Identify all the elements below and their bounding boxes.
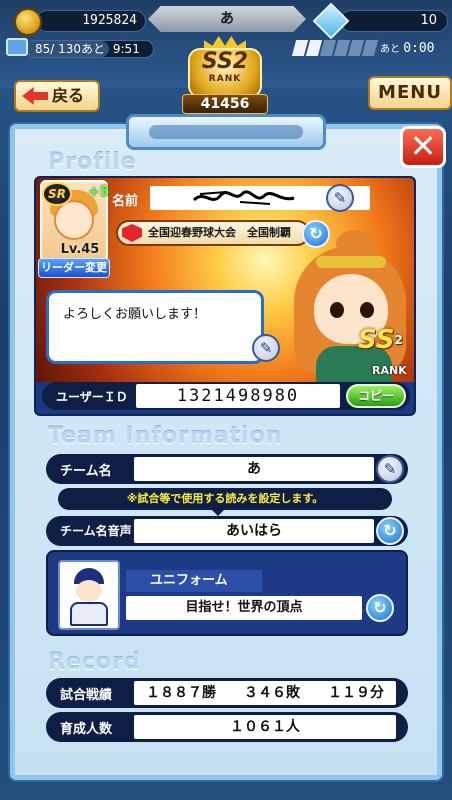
rank-badge[interactable]: SS2 RANK 41456 bbox=[166, 36, 284, 116]
match-record-row: 試合戦績 １８８７勝 ３４６敗 １１９分 bbox=[46, 678, 408, 708]
team-name-label: チーム名 bbox=[60, 464, 112, 479]
user-id-label: ユーザーＩＤ bbox=[56, 390, 128, 404]
team-voice-label: チーム名音声 bbox=[60, 524, 132, 538]
trained-count-label: 育成人数 bbox=[60, 722, 113, 737]
copy-button[interactable]: コピー bbox=[346, 384, 406, 408]
menu-button[interactable]: MENU bbox=[368, 76, 452, 110]
stamina-bar: 85/ 130あと 9:51 bbox=[26, 40, 154, 58]
player-name-plate: あ bbox=[148, 6, 306, 32]
back-arrow-icon bbox=[22, 87, 48, 105]
rank-sub-text: 2 bbox=[394, 333, 403, 347]
change-uniform-button[interactable]: ↻ bbox=[366, 594, 394, 622]
clipboard-clip bbox=[126, 114, 326, 150]
name-label: 名前 bbox=[112, 194, 139, 209]
stamina-timer: 9:51 bbox=[112, 42, 140, 56]
rank-score: 41456 bbox=[182, 94, 268, 114]
rank-caption: RANK bbox=[372, 364, 407, 377]
match-record-label: 試合戦績 bbox=[60, 688, 113, 703]
pen-icon: ✎ bbox=[259, 339, 273, 357]
close-icon: ✕ bbox=[409, 127, 437, 165]
meter-segment bbox=[361, 40, 379, 56]
team-voice-row: チーム名音声 あいはら ↻ bbox=[46, 516, 408, 546]
refresh-icon: ↻ bbox=[373, 598, 387, 617]
profile-card: SR +5 Lv.45 リーダー変更 名前 ✎ 全国迎春野球大会 全国制覇 ↻ … bbox=[34, 176, 416, 416]
profile-heading: Profile bbox=[48, 150, 137, 175]
timer: あと 0:00 bbox=[380, 40, 448, 58]
message-box: よろしくお願いします！ bbox=[46, 290, 264, 364]
title-plate: 全国迎春野球大会 全国制覇 bbox=[116, 220, 310, 246]
title-emblem-icon bbox=[122, 224, 142, 242]
coin-icon bbox=[14, 8, 42, 36]
team-name-value: あ bbox=[134, 457, 374, 481]
rank-label: RANK bbox=[208, 74, 242, 84]
uniform-label: ユニフォーム bbox=[126, 570, 262, 592]
user-id-row: ユーザーＩＤ 1321498980 コピー bbox=[42, 382, 410, 410]
rank-tier: SS2 bbox=[201, 49, 249, 74]
trained-count-value: １０６１人 bbox=[134, 715, 396, 739]
pen-icon: ✎ bbox=[333, 189, 347, 207]
close-button[interactable]: ✕ bbox=[400, 126, 446, 168]
uniform-box: ユニフォーム 目指せ！世界の頂点 ↻ bbox=[46, 550, 408, 636]
bonus-label: +5 bbox=[88, 184, 110, 200]
edit-name-button[interactable]: ✎ bbox=[326, 184, 354, 212]
name-scribble bbox=[192, 190, 295, 205]
back-label: 戻る bbox=[52, 86, 85, 105]
level-label: Lv.45 bbox=[60, 242, 100, 257]
pen-icon: ✎ bbox=[383, 460, 397, 478]
leader-change-button[interactable]: リーダー変更 bbox=[38, 258, 110, 278]
rank-tier-text: SS bbox=[358, 325, 395, 355]
back-button[interactable]: 戻る bbox=[14, 80, 100, 112]
stamina-text: 85/ 130あと bbox=[35, 42, 106, 56]
timer-value: 0:00 bbox=[403, 41, 435, 56]
rank-shield: SS2 RANK bbox=[188, 48, 262, 98]
leader-avatar[interactable]: SR +5 Lv.45 bbox=[40, 180, 110, 262]
timer-prefix: あと bbox=[380, 44, 400, 55]
uniform-thumbnail bbox=[58, 560, 120, 630]
record-heading: Record bbox=[48, 650, 141, 675]
stamina-icon bbox=[6, 38, 28, 56]
edit-message-button[interactable]: ✎ bbox=[252, 334, 280, 362]
title-text: 全国迎春野球大会 全国制覇 bbox=[148, 226, 291, 239]
uniform-value: 目指せ！世界の頂点 bbox=[126, 596, 362, 620]
trained-count-row: 育成人数 １０６１人 bbox=[46, 712, 408, 742]
edit-team-name-button[interactable]: ✎ bbox=[376, 455, 404, 483]
reading-notice: ※試合等で使用する読みを設定します。 bbox=[58, 488, 392, 510]
rarity-badge: SR bbox=[42, 182, 72, 206]
change-voice-button[interactable]: ↻ bbox=[376, 517, 404, 545]
refresh-icon: ↻ bbox=[383, 521, 397, 540]
coin-counter: 1925824 bbox=[36, 10, 146, 32]
team-heading: Team Information bbox=[48, 424, 283, 449]
user-id-value: 1321498980 bbox=[136, 384, 340, 408]
team-voice-value: あいはら bbox=[134, 519, 374, 543]
team-name-row: チーム名 あ ✎ bbox=[46, 454, 408, 484]
match-record-value: １８８７勝 ３４６敗 １１９分 bbox=[134, 681, 396, 705]
gem-counter: 10 bbox=[340, 10, 448, 32]
